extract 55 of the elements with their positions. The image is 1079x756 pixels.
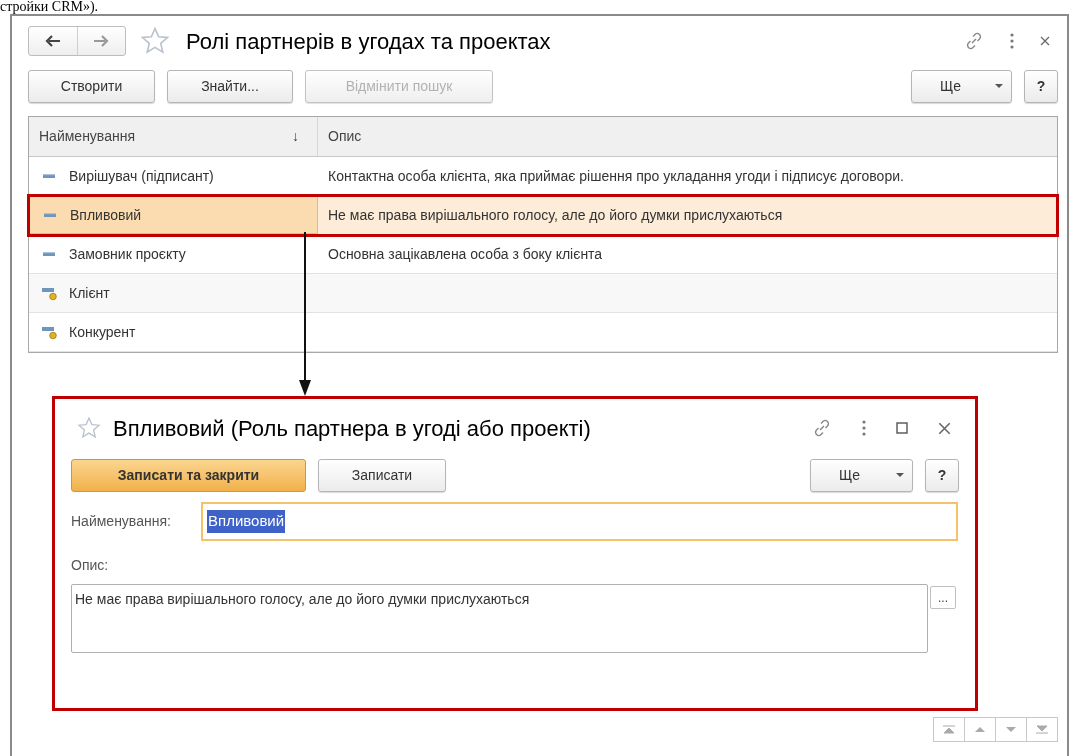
close-icon[interactable] xyxy=(1040,36,1050,46)
save-button[interactable]: Записати xyxy=(318,458,446,492)
table-row[interactable]: Впливовий Не має права вирішального голосу, але до його думки прислухаються xyxy=(29,196,1057,235)
table-cell-text: Замовник проєкту xyxy=(69,244,186,264)
table-cell-text: Впливовий xyxy=(70,205,142,225)
table-cell-text: Не має права вирішального голосу, але до його думки прислухаються xyxy=(328,205,783,225)
table-cell-text: Конкурент xyxy=(69,322,136,342)
star-icon[interactable] xyxy=(140,26,170,56)
column-header[interactable]: Найменування ↓ xyxy=(29,117,318,156)
caret-icon xyxy=(896,473,904,477)
help-button[interactable]: ? xyxy=(1024,69,1058,103)
table-row[interactable]: Клієнт xyxy=(29,274,1057,313)
form-title: Впливовий (Роль партнера в угоді або проекті) xyxy=(113,414,591,443)
table-cell-text: Вирішувач (підписант) xyxy=(69,166,214,186)
help-button[interactable]: ? xyxy=(925,458,959,492)
link-icon[interactable] xyxy=(812,418,832,438)
window-title: Ролі партнерів в угодах та проектах xyxy=(186,27,551,56)
more-icon[interactable] xyxy=(1010,33,1014,49)
scroll-button[interactable] xyxy=(995,717,1027,742)
create-button[interactable]: Створити xyxy=(28,69,155,103)
field-value: Впливовий xyxy=(207,510,286,533)
scroll-arrow-icon xyxy=(1036,725,1048,734)
name-field[interactable]: Впливовий xyxy=(201,502,958,541)
column-label: Найменування xyxy=(39,127,135,146)
field-label: Опис: xyxy=(71,556,110,575)
link-icon[interactable] xyxy=(964,31,984,51)
table-cell-text: Клієнт xyxy=(69,283,110,303)
table-cell-text: Основна зацікавлена особа з боку клієнта xyxy=(328,244,603,264)
scroll-arrow-icon xyxy=(1005,725,1017,734)
table-row[interactable]: Замовник проєкту Основна зацікавлена особа з боку клієнта xyxy=(29,235,1057,274)
star-icon[interactable] xyxy=(77,416,101,440)
predefined-item-icon xyxy=(41,285,57,301)
scroll-button[interactable] xyxy=(1026,717,1058,742)
scroll-button[interactable] xyxy=(964,717,996,742)
table-cell-text: Контактна особа клієнта, яка приймає рішення про укладання угоди і підписує договори. xyxy=(328,166,904,186)
predefined-item-icon xyxy=(41,324,57,340)
field-label: Найменування: xyxy=(71,512,172,531)
scroll-arrow-icon xyxy=(943,725,955,734)
find-button[interactable]: Знайти... xyxy=(167,69,293,103)
choose-button[interactable]: ... xyxy=(930,586,956,609)
column-header[interactable]: Опис xyxy=(318,117,1057,156)
scroll-arrow-icon xyxy=(974,725,986,734)
back-arrow-icon xyxy=(44,35,61,47)
description-field[interactable]: Не має права вирішального голосу, але до його думки прислухаються xyxy=(71,584,928,653)
maximize-icon[interactable] xyxy=(896,422,908,434)
more-icon[interactable] xyxy=(862,420,866,436)
forward-arrow-icon xyxy=(93,35,110,47)
more-button[interactable]: Ще xyxy=(911,69,1012,103)
more-button[interactable]: Ще xyxy=(810,458,913,492)
sort-arrow-icon: ↓ xyxy=(292,126,307,147)
save-and-close-button[interactable]: Записати та закрити xyxy=(71,458,306,492)
caret-icon xyxy=(995,84,1003,88)
close-icon[interactable] xyxy=(938,421,951,435)
caption-text: стройки CRM»). xyxy=(0,0,99,14)
scroll-button[interactable] xyxy=(933,717,965,742)
